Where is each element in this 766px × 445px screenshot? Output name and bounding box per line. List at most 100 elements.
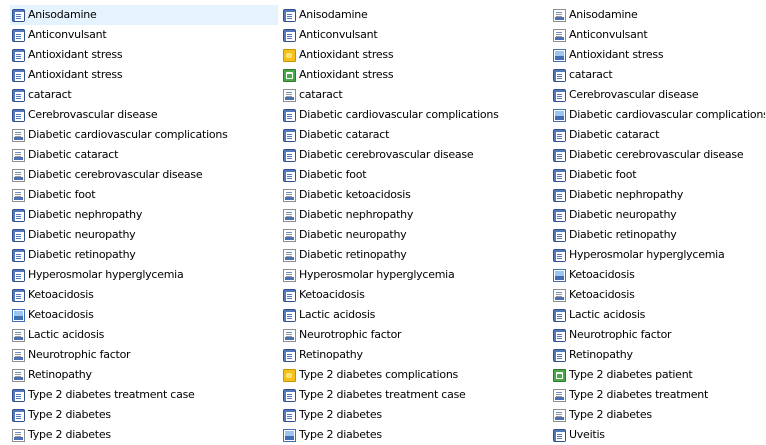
file-item[interactable]: Ketoacidosis xyxy=(10,305,278,325)
file-name: Diabetic retinopathy xyxy=(28,248,136,261)
file-item[interactable]: Diabetic neuropathy xyxy=(551,205,765,225)
file-item[interactable]: Retinopathy xyxy=(551,345,765,365)
file-item[interactable]: Hyperosmolar hyperglycemia xyxy=(10,265,278,285)
file-item[interactable]: Type 2 diabetes xyxy=(10,425,278,445)
file-name: Cerebrovascular disease xyxy=(569,88,699,101)
file-item[interactable]: Diabetic retinopathy xyxy=(281,245,548,265)
file-item[interactable]: Uveitis xyxy=(551,425,765,445)
file-item[interactable]: Diabetic retinopathy xyxy=(10,245,278,265)
word-document-icon xyxy=(283,108,296,122)
file-item[interactable]: Neurotrophic factor xyxy=(281,325,548,345)
file-item[interactable]: Neurotrophic factor xyxy=(551,325,765,345)
file-item[interactable]: Diabetic ketoacidosis xyxy=(281,185,548,205)
file-item[interactable]: Lactic acidosis xyxy=(551,305,765,325)
file-item[interactable]: Diabetic foot xyxy=(551,165,765,185)
file-name: Diabetic cataract xyxy=(569,128,660,141)
file-item[interactable]: cataract xyxy=(10,85,278,105)
file-item[interactable]: Cerebrovascular disease xyxy=(551,85,765,105)
file-name: Antioxidant stress xyxy=(299,48,394,61)
file-column-1: Anisodamine Anticonvulsant Antioxidant str… xyxy=(10,5,278,445)
file-item[interactable]: Ketoacidosis xyxy=(10,285,278,305)
file-item[interactable]: Diabetic neuropathy xyxy=(281,225,548,245)
file-item[interactable]: Antioxidant stress xyxy=(281,65,548,85)
file-item[interactable]: Type 2 diabetes treatment case xyxy=(281,385,548,405)
file-item[interactable]: Antioxidant stress xyxy=(551,45,765,65)
file-name: Type 2 diabetes xyxy=(28,428,111,441)
file-name: Diabetic cataract xyxy=(28,148,119,161)
word-document-icon xyxy=(283,408,296,422)
file-item[interactable]: Type 2 diabetes xyxy=(551,405,765,425)
file-name: Diabetic foot xyxy=(569,168,637,181)
file-name: Diabetic foot xyxy=(28,188,96,201)
file-name: Lactic acidosis xyxy=(569,308,646,321)
file-item[interactable]: Antioxidant stress xyxy=(10,65,278,85)
file-item[interactable]: Anisodamine xyxy=(551,5,765,25)
file-item[interactable]: Type 2 diabetes xyxy=(281,425,548,445)
file-item[interactable]: Diabetic nephropathy xyxy=(281,205,548,225)
file-item[interactable]: Anisodamine xyxy=(281,5,548,25)
word-document-icon xyxy=(553,308,566,322)
file-item[interactable]: Diabetic cerebrovascular disease xyxy=(551,145,765,165)
file-item[interactable]: Lactic acidosis xyxy=(10,325,278,345)
document-icon xyxy=(283,228,296,242)
file-item[interactable]: Ketoacidosis xyxy=(281,285,548,305)
file-item[interactable]: Diabetic foot xyxy=(10,185,278,205)
file-item[interactable]: Neurotrophic factor xyxy=(10,345,278,365)
file-item[interactable]: Anticonvulsant xyxy=(10,25,278,45)
file-item[interactable]: Cerebrovascular disease xyxy=(10,105,278,125)
file-item[interactable]: Type 2 diabetes complications xyxy=(281,365,548,385)
file-item[interactable]: cataract xyxy=(281,85,548,105)
file-item[interactable]: Lactic acidosis xyxy=(281,305,548,325)
file-item[interactable]: Antioxidant stress xyxy=(10,45,278,65)
picture-icon xyxy=(553,268,566,282)
file-item[interactable]: Diabetic retinopathy xyxy=(551,225,765,245)
document-icon xyxy=(283,268,296,282)
file-name: Anisodamine xyxy=(299,8,368,21)
word-document-icon xyxy=(12,88,25,102)
file-item[interactable]: Anticonvulsant xyxy=(551,25,765,45)
word-document-icon xyxy=(553,208,566,222)
file-item[interactable]: Retinopathy xyxy=(281,345,548,365)
file-list-view: Anisodamine Anticonvulsant Antioxidant str… xyxy=(0,0,766,445)
document-icon xyxy=(12,428,25,442)
file-item[interactable]: Diabetic cardiovascular complications xyxy=(10,125,278,145)
file-item[interactable]: Diabetic foot xyxy=(281,165,548,185)
file-item[interactable]: Type 2 diabetes treatment case xyxy=(10,385,278,405)
file-item[interactable]: Diabetic cardiovascular complications xyxy=(281,105,548,125)
document-icon xyxy=(12,348,25,362)
file-item[interactable]: Anisodamine xyxy=(10,5,278,25)
file-item[interactable]: Anticonvulsant xyxy=(281,25,548,45)
file-item[interactable]: Type 2 diabetes xyxy=(10,405,278,425)
word-document-icon xyxy=(12,68,25,82)
file-item[interactable]: Ketoacidosis xyxy=(551,265,765,285)
picture-icon xyxy=(12,308,25,322)
word-document-icon xyxy=(553,328,566,342)
file-item[interactable]: Type 2 diabetes patient xyxy=(551,365,765,385)
file-name: Anticonvulsant xyxy=(569,28,648,41)
file-name: Type 2 diabetes treatment case xyxy=(28,388,195,401)
file-item[interactable]: Diabetic cardiovascular complications xyxy=(551,105,765,125)
file-item[interactable]: Type 2 diabetes xyxy=(281,405,548,425)
file-item[interactable]: Type 2 diabetes treatment xyxy=(551,385,765,405)
word-document-icon xyxy=(283,128,296,142)
file-item[interactable]: Diabetic cataract xyxy=(281,125,548,145)
file-item[interactable]: Ketoacidosis xyxy=(551,285,765,305)
file-name: Antioxidant stress xyxy=(28,68,123,81)
file-item[interactable]: Diabetic cataract xyxy=(551,125,765,145)
file-name: Neurotrophic factor xyxy=(569,328,672,341)
file-name: Diabetic neuropathy xyxy=(299,228,407,241)
file-item[interactable]: Diabetic cerebrovascular disease xyxy=(281,145,548,165)
file-item[interactable]: Antioxidant stress xyxy=(281,45,548,65)
file-name: Uveitis xyxy=(569,428,605,441)
file-item[interactable]: Hyperosmolar hyperglycemia xyxy=(281,265,548,285)
file-item[interactable]: Hyperosmolar hyperglycemia xyxy=(551,245,765,265)
file-item[interactable]: cataract xyxy=(551,65,765,85)
file-item[interactable]: Retinopathy xyxy=(10,365,278,385)
file-item[interactable]: Diabetic cerebrovascular disease xyxy=(10,165,278,185)
file-name: Antioxidant stress xyxy=(569,48,664,61)
file-item[interactable]: Diabetic cataract xyxy=(10,145,278,165)
document-icon xyxy=(283,328,296,342)
file-item[interactable]: Diabetic nephropathy xyxy=(10,205,278,225)
file-item[interactable]: Diabetic neuropathy xyxy=(10,225,278,245)
file-item[interactable]: Diabetic nephropathy xyxy=(551,185,765,205)
